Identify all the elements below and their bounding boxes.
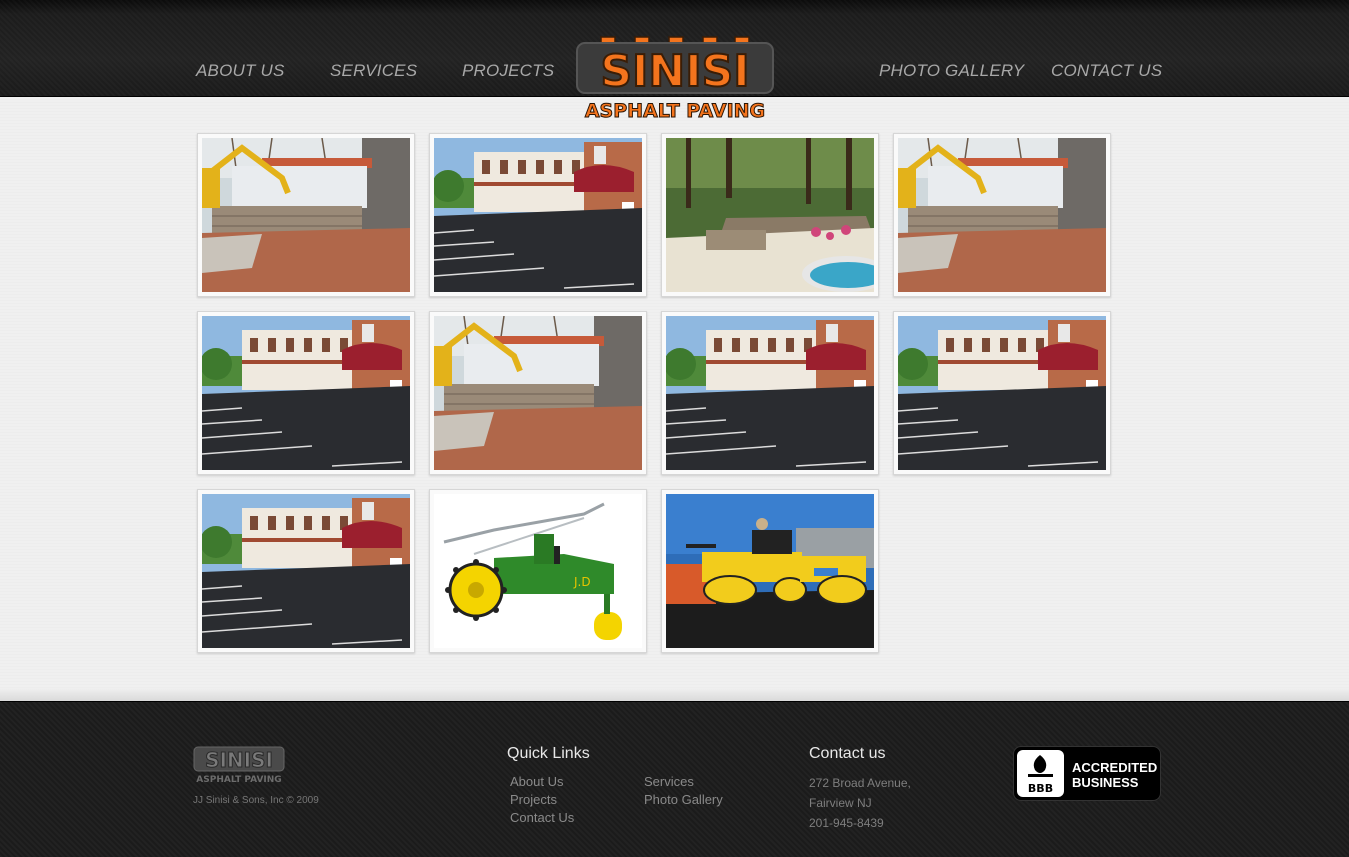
gallery-thumbnail[interactable] xyxy=(661,489,879,653)
copyright-text: JJ Sinisi & Sons, Inc © 2009 xyxy=(193,795,319,806)
quick-links-heading: Quick Links xyxy=(507,745,590,762)
gallery-thumbnail[interactable] xyxy=(893,133,1111,297)
gallery-thumbnail[interactable] xyxy=(661,133,879,297)
footer-link-about-us[interactable]: About Us xyxy=(510,774,563,789)
gallery-thumbnail[interactable] xyxy=(893,311,1111,475)
gallery-photo-excavation xyxy=(898,138,1106,292)
gallery-thumbnail[interactable] xyxy=(197,133,415,297)
svg-text:J.D: J.D xyxy=(573,575,591,589)
site-logo[interactable]: SINISI ASPHALT PAVING xyxy=(571,36,779,124)
contact-phone[interactable]: 201-945-8439 xyxy=(809,816,884,830)
gallery-photo-motel xyxy=(202,494,410,648)
nav-projects[interactable]: PROJECTS xyxy=(462,61,554,81)
gallery-thumbnail[interactable] xyxy=(429,133,647,297)
footer-logo-tagline: ASPHALT PAVING xyxy=(196,775,281,785)
bbb-seal-text: BBB xyxy=(1028,782,1053,795)
footer-logo-name: SINISI xyxy=(205,748,273,772)
gallery-thumbnail[interactable] xyxy=(197,311,415,475)
footer-link-contact-us[interactable]: Contact Us xyxy=(510,810,574,825)
footer-link-services[interactable]: Services xyxy=(644,774,694,789)
footer-link-projects[interactable]: Projects xyxy=(510,792,557,807)
gallery-photo-motel xyxy=(434,138,642,292)
nav-contact-us[interactable]: CONTACT US xyxy=(1051,61,1162,81)
gallery-photo-excavation xyxy=(434,316,642,470)
logo-tagline: ASPHALT PAVING xyxy=(585,100,765,122)
bbb-accredited-badge[interactable]: BBB ACCREDITED BUSINESS xyxy=(1013,746,1161,801)
nav-photo-gallery[interactable]: PHOTO GALLERY xyxy=(879,61,1024,81)
sinisi-logo-graphic: SINISI ASPHALT PAVING xyxy=(576,36,774,123)
gallery-photo-motel xyxy=(202,316,410,470)
logo-name: SINISI xyxy=(600,46,749,97)
gallery-thumbnail[interactable]: J.D xyxy=(429,489,647,653)
gallery-photo-excavation xyxy=(202,138,410,292)
gallery-thumbnail[interactable] xyxy=(661,311,879,475)
gallery-thumbnail[interactable] xyxy=(429,311,647,475)
gallery-thumbnail[interactable] xyxy=(197,489,415,653)
contact-heading: Contact us xyxy=(809,745,886,762)
bbb-line2: BUSINESS xyxy=(1072,775,1139,790)
contact-address-line1: 272 Broad Avenue, xyxy=(809,776,911,790)
gallery-photo-motel xyxy=(666,316,874,470)
nav-services[interactable]: SERVICES xyxy=(330,61,417,81)
nav-about-us[interactable]: ABOUT US xyxy=(196,61,285,81)
site-footer: SINISI ASPHALT PAVING JJ Sinisi & Sons, … xyxy=(0,701,1349,857)
gallery-photo-toy-tractor: J.D xyxy=(434,494,642,648)
gallery-photo-motel xyxy=(898,316,1106,470)
bbb-seal-icon: BBB xyxy=(1017,750,1064,797)
footer-divider xyxy=(0,688,1349,702)
gallery-photo-road-rollers xyxy=(666,494,874,648)
gallery-photo-patio-pool xyxy=(666,138,874,292)
bbb-line1: ACCREDITED xyxy=(1072,760,1158,775)
footer-link-photo-gallery[interactable]: Photo Gallery xyxy=(644,792,723,807)
contact-address-line2: Fairview NJ xyxy=(809,796,872,810)
footer-logo[interactable]: SINISI ASPHALT PAVING xyxy=(192,744,288,786)
